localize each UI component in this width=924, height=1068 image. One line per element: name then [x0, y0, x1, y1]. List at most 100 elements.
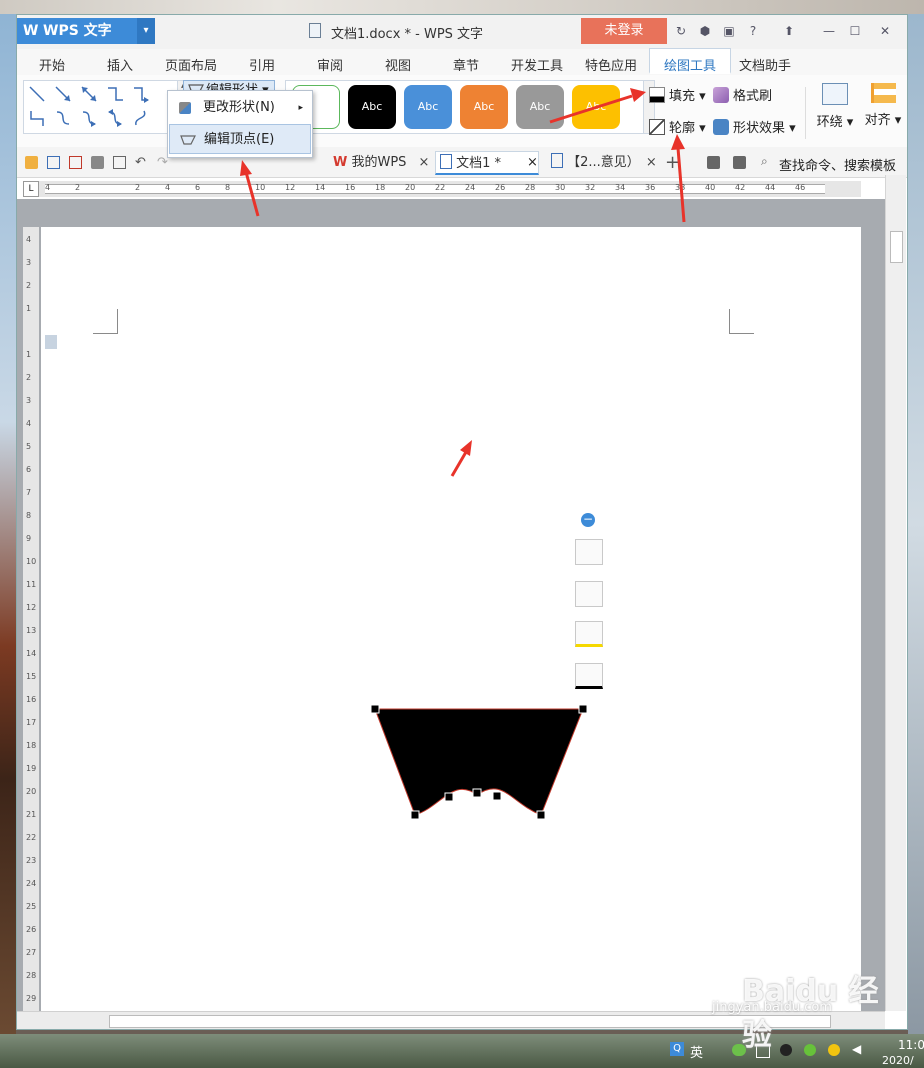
elbow-arrow-connector-icon[interactable]: [132, 85, 150, 103]
save-icon[interactable]: [47, 156, 60, 169]
line-icon[interactable]: [28, 85, 46, 103]
curved-double-arrow-icon[interactable]: [106, 109, 124, 127]
maximize-icon[interactable]: ☐: [847, 23, 863, 39]
ruler-tick-label: 12: [26, 603, 37, 612]
shape-effect-icon: [713, 119, 729, 135]
tab-developer[interactable]: 开发工具: [511, 55, 563, 74]
wps-logo-icon: W: [23, 23, 39, 39]
style-swatch-gray[interactable]: Abc: [516, 85, 564, 129]
desktop-background-left: [0, 14, 16, 1034]
paragraph-layout-icon[interactable]: [45, 335, 57, 349]
doc-tab-second[interactable]: 【2...意见） ×: [547, 151, 657, 175]
style-swatch-blue[interactable]: Abc: [404, 85, 452, 129]
desktop-background-top: [0, 0, 924, 14]
feedback-icon[interactable]: ▣: [721, 23, 737, 39]
minimize-icon[interactable]: —: [821, 23, 837, 39]
undo-icon[interactable]: ↶: [135, 156, 148, 169]
login-button[interactable]: 未登录: [581, 18, 667, 44]
clock-time: 11:0: [898, 1038, 924, 1052]
style-swatch-black[interactable]: Abc: [348, 85, 396, 129]
tab-drawing-tools[interactable]: 绘图工具: [649, 48, 732, 74]
tab-chapter[interactable]: 章节: [453, 55, 479, 74]
tab-tools-icon[interactable]: [707, 156, 720, 169]
tab-list-icon[interactable]: [733, 156, 746, 169]
tab-close-icon[interactable]: ×: [418, 155, 429, 170]
doc-tab-active[interactable]: 文档1 *: [435, 151, 539, 175]
scroll-thumb[interactable]: [890, 231, 903, 263]
print-icon[interactable]: [91, 156, 104, 169]
freeform-icon[interactable]: [132, 109, 150, 127]
elbow-double-arrow-icon[interactable]: [28, 109, 46, 127]
layout-options-icon[interactable]: [575, 539, 603, 565]
app-menu-button[interactable]: W WPS 文字: [17, 18, 137, 44]
vertical-ruler[interactable]: 4 3 2 1 1 2 3 4 5 6 7 8 9 10 11 12 13 14 15 16 17 18 19 20 21 22 2…: [23, 227, 39, 1017]
shape-style-icon[interactable]: [575, 581, 603, 607]
ruler-tick-label: 10: [26, 557, 37, 566]
style-swatch-gold[interactable]: Abc: [572, 85, 620, 129]
tab-page-layout[interactable]: 页面布局: [165, 55, 217, 74]
doc-tab-my-wps[interactable]: W 我的WPS ×: [329, 151, 429, 175]
tab-review[interactable]: 审阅: [317, 55, 343, 74]
app-menu-caret-icon[interactable]: ▾: [137, 18, 155, 44]
curved-arrow-connector-icon[interactable]: [80, 109, 98, 127]
settings-icon[interactable]: ⬢: [697, 23, 713, 39]
search-command-input[interactable]: 查找命令、搜索模板: [779, 155, 896, 174]
curved-connector-icon[interactable]: [54, 109, 72, 127]
outline-pen-icon: [649, 119, 665, 135]
export-pdf-icon[interactable]: [69, 156, 82, 169]
baidu-jingyan-watermark: Baidu 经验 jingyan.baidu.com: [702, 966, 882, 1053]
tab-home[interactable]: 开始: [39, 55, 65, 74]
edit-vertex-menu-item[interactable]: 编辑顶点(E): [169, 124, 311, 154]
horizontal-ruler[interactable]: 4 2 2 4 6 8 10 12 14 16 18 20 22 24 26 28 30 32 34 36 38 40 42…: [23, 181, 861, 197]
close-icon[interactable]: ✕: [877, 23, 893, 39]
tab-insert[interactable]: 插入: [107, 55, 133, 74]
tab-doc-assistant[interactable]: 文档助手: [739, 55, 791, 74]
vertical-scrollbar[interactable]: [885, 175, 906, 1011]
collapse-float-toolbar-icon[interactable]: −: [581, 513, 595, 527]
tab-view[interactable]: 视图: [385, 55, 411, 74]
shape-outline-icon[interactable]: [575, 663, 603, 689]
ime-q-icon[interactable]: Q: [670, 1042, 684, 1056]
shape-effect-label: 形状效果: [733, 121, 786, 136]
ruler-tick-label: 19: [26, 764, 37, 773]
help-icon[interactable]: ?: [745, 23, 761, 39]
freeform-shape[interactable]: [371, 703, 587, 823]
ruler-tick-label: 14: [315, 183, 326, 192]
ruler-tick-label: 28: [26, 971, 37, 980]
print-preview-icon[interactable]: [113, 156, 126, 169]
shape-fill-icon[interactable]: [575, 621, 603, 647]
skin-icon[interactable]: ↻: [673, 23, 689, 39]
ruler-tick-label: 4: [26, 235, 32, 244]
wps-w-icon: W: [333, 155, 348, 170]
double-arrow-line-icon[interactable]: [80, 85, 98, 103]
tab-features[interactable]: 特色应用: [585, 55, 637, 74]
ruler-tick-label: 22: [435, 183, 446, 192]
new-tab-icon[interactable]: +: [665, 152, 680, 173]
style-swatch-orange[interactable]: Abc: [460, 85, 508, 129]
align-button[interactable]: 对齐 ▾: [863, 83, 903, 128]
scroll-thumb[interactable]: [109, 1015, 831, 1028]
tab-close-icon[interactable]: ×: [646, 155, 657, 170]
ribbon: ▴▾▾ 编辑形状 ▾ Abc Abc Abc Abc Abc Abc 填充 ▾ …: [17, 75, 907, 148]
fill-button[interactable]: 填充 ▾: [649, 85, 706, 104]
ruler-tick-label: 6: [26, 465, 32, 474]
align-icon: [870, 83, 896, 103]
open-folder-icon[interactable]: [25, 156, 38, 169]
ruler-tick-label: 6: [195, 183, 201, 192]
document-page[interactable]: −: [41, 227, 861, 1017]
ruler-tick-label: 16: [345, 183, 356, 192]
tab-references[interactable]: 引用: [249, 55, 275, 74]
format-painter-button[interactable]: 格式刷: [713, 85, 772, 104]
tab-close-icon[interactable]: ×: [527, 155, 538, 170]
change-shape-menu-item[interactable]: 更改形状(N) ▸: [169, 93, 311, 123]
tab-stop-selector-icon[interactable]: L: [23, 181, 39, 197]
outline-button[interactable]: 轮廓 ▾: [649, 117, 706, 136]
shape-effect-button[interactable]: 形状效果 ▾: [713, 117, 796, 136]
ruler-tick-label: 5: [26, 442, 32, 451]
elbow-connector-icon[interactable]: [106, 85, 124, 103]
arrow-line-icon[interactable]: [54, 85, 72, 103]
restore-ribbon-icon[interactable]: ⬆: [781, 23, 797, 39]
ime-language-indicator[interactable]: 英: [690, 1042, 703, 1061]
wrap-button[interactable]: 环绕 ▾: [815, 83, 855, 130]
ruler-tick-label: 23: [26, 856, 37, 865]
